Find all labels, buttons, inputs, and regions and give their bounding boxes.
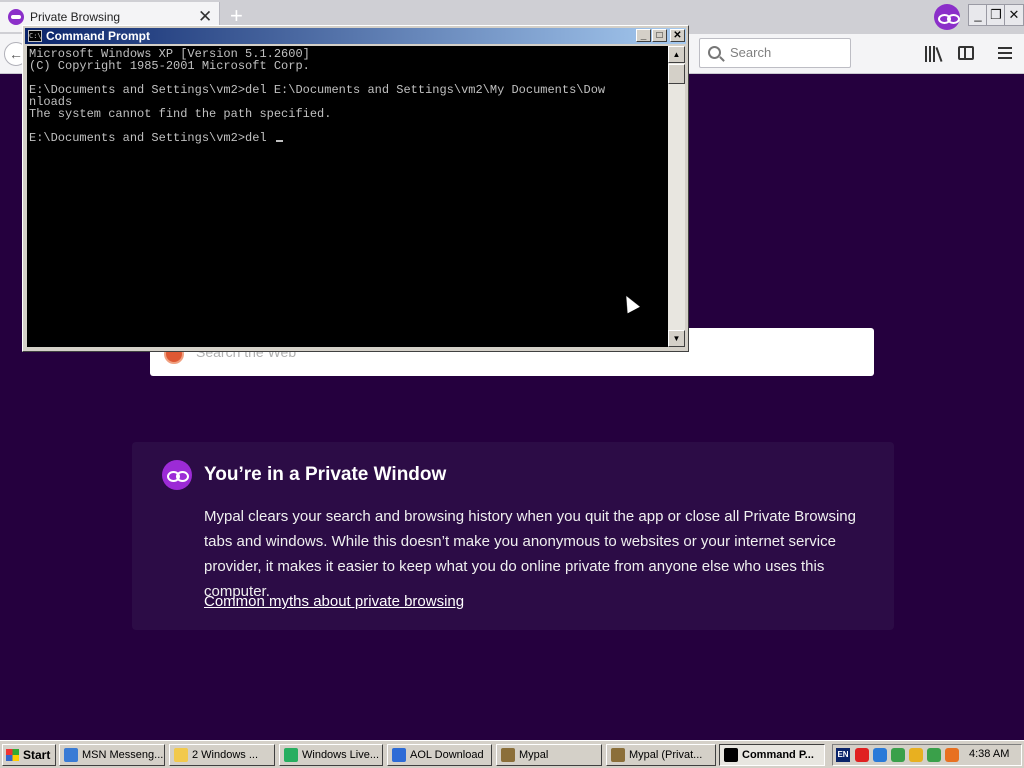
taskbar: Start MSN Messeng... 2 Windows ... Windows… xyxy=(0,740,1024,768)
console-line: E:\Documents and Settings\vm2>del E:\Doc… xyxy=(29,83,606,97)
private-mask-icon xyxy=(8,9,24,25)
task-app-icon xyxy=(64,748,78,762)
taskbar-button[interactable]: MSN Messeng... xyxy=(59,744,165,766)
taskbar-button-label: 2 Windows ... xyxy=(192,749,259,761)
taskbar-button[interactable]: Mypal (Privat... xyxy=(606,744,716,766)
restore-button[interactable]: ❐ xyxy=(986,4,1006,26)
private-browsing-icon xyxy=(934,4,960,30)
cmd-app-icon: C:\ xyxy=(28,30,42,42)
info-body: Mypal clears your search and browsing hi… xyxy=(204,508,856,600)
windows-logo-icon xyxy=(6,749,19,761)
cmd-close-button[interactable]: ✕ xyxy=(670,29,685,42)
cmd-maximize-button[interactable]: □ xyxy=(652,29,667,42)
sidebar-icon[interactable] xyxy=(958,46,974,60)
tab-close-icon[interactable]: ✕ xyxy=(198,7,212,27)
console-line: The system cannot find the path specifie… xyxy=(29,107,332,121)
cmd-titlebar[interactable]: C:\ Command Prompt _ □ ✕ xyxy=(25,28,686,44)
tray-app-icon[interactable] xyxy=(873,748,887,762)
tab-title: Private Browsing xyxy=(30,10,121,24)
taskbar-button-label: Mypal xyxy=(519,749,549,761)
cmd-minimize-button[interactable]: _ xyxy=(636,29,651,42)
cmd-console[interactable]: Microsoft Windows XP [Version 5.1.2600] … xyxy=(27,46,668,347)
text-caret xyxy=(275,140,283,142)
start-button[interactable]: Start xyxy=(2,744,56,766)
search-icon xyxy=(708,46,721,59)
console-prompt-line[interactable]: E:\Documents and Settings\vm2>del xyxy=(29,132,666,144)
tray-app-icon[interactable] xyxy=(855,748,869,762)
tray-app-icon[interactable] xyxy=(927,748,941,762)
taskbar-button-label: AOL Download xyxy=(410,749,484,761)
taskbar-button-label: Windows Live... xyxy=(302,749,380,761)
scroll-thumb[interactable] xyxy=(668,64,685,84)
console-line: (C) Copyright 1985-2001 Microsoft Corp. xyxy=(29,59,310,73)
scroll-down-arrow-icon[interactable]: ▼ xyxy=(668,330,685,347)
search-box[interactable] xyxy=(699,38,851,68)
start-label: Start xyxy=(23,748,51,762)
taskbar-button[interactable]: Mypal xyxy=(496,744,602,766)
taskbar-button[interactable]: 2 Windows ... xyxy=(169,744,275,766)
task-app-icon xyxy=(724,748,738,762)
command-prompt-window[interactable]: C:\ Command Prompt _ □ ✕ Microsoft Windo… xyxy=(22,25,689,352)
task-app-icon xyxy=(174,748,188,762)
tray-app-icon[interactable] xyxy=(909,748,923,762)
taskbar-button-label: MSN Messeng... xyxy=(82,749,164,761)
taskbar-button[interactable]: Command P... xyxy=(719,744,825,766)
taskbar-button[interactable]: AOL Download xyxy=(387,744,492,766)
private-mask-icon xyxy=(162,460,192,490)
cmd-title: Command Prompt xyxy=(46,29,151,43)
library-icon[interactable] xyxy=(925,46,943,62)
tray-app-icon[interactable] xyxy=(945,748,959,762)
private-window-info-card: You’re in a Private Window Mypal clears … xyxy=(132,442,894,630)
task-app-icon xyxy=(284,748,298,762)
cmd-scrollbar[interactable]: ▲ ▼ xyxy=(668,46,685,347)
taskbar-button[interactable]: Windows Live... xyxy=(279,744,383,766)
tray-app-icon[interactable] xyxy=(891,748,905,762)
info-title: You’re in a Private Window xyxy=(204,464,447,485)
search-input[interactable] xyxy=(730,45,845,60)
language-indicator[interactable]: EN xyxy=(836,748,850,762)
private-browsing-myths-link[interactable]: Common myths about private browsing xyxy=(204,593,464,610)
taskbar-button-label: Mypal (Privat... xyxy=(629,749,703,761)
console-prompt: E:\Documents and Settings\vm2>del xyxy=(29,131,274,145)
system-tray: EN 4:38 AM xyxy=(832,744,1022,766)
minimize-button[interactable]: _ xyxy=(968,4,988,26)
taskbar-button-label: Command P... xyxy=(742,749,814,761)
task-app-icon xyxy=(611,748,625,762)
close-button[interactable]: ✕ xyxy=(1004,4,1024,26)
clock[interactable]: 4:38 AM xyxy=(969,748,1009,760)
task-app-icon xyxy=(501,748,515,762)
menu-icon[interactable] xyxy=(998,47,1012,59)
scroll-up-arrow-icon[interactable]: ▲ xyxy=(668,46,685,63)
task-app-icon xyxy=(392,748,406,762)
